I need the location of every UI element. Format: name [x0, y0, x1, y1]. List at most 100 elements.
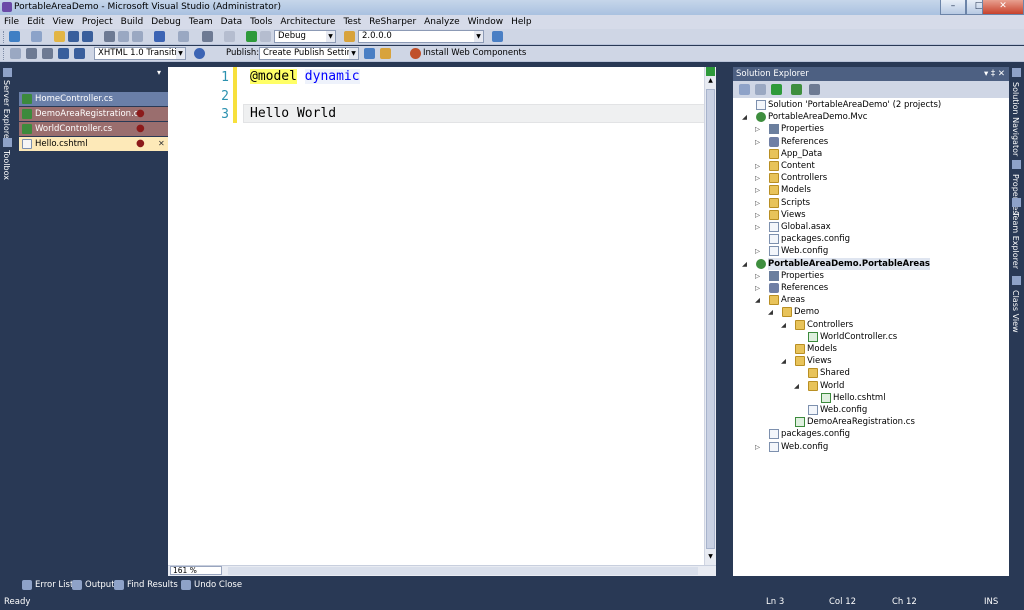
tree-node-portableareademo-portableareas[interactable]: ◢ PortableAreaDemo.PortableAreas: [742, 257, 930, 270]
redo-icon[interactable]: [178, 31, 189, 42]
publish-web-icon[interactable]: [364, 48, 375, 59]
scroll-down-icon[interactable]: ▼: [706, 553, 715, 561]
properties-icon[interactable]: [739, 84, 750, 95]
team-explorer-tab[interactable]: Team Explorer: [1011, 212, 1020, 269]
tree-node-controllers[interactable]: ▷ Controllers: [755, 172, 827, 184]
tree-node-world[interactable]: ◢ World: [794, 380, 844, 392]
properties-tab[interactable]: Properties: [1011, 174, 1020, 214]
expander-icon[interactable]: ◢: [794, 380, 799, 392]
expander-icon[interactable]: ▷: [755, 221, 760, 233]
navigate-forward-icon[interactable]: [224, 31, 235, 42]
refresh-icon[interactable]: [771, 84, 782, 95]
indent-icon[interactable]: [42, 48, 53, 59]
tree-node-views[interactable]: ◢ Views: [781, 355, 832, 367]
tree-node-properties[interactable]: ▷ Properties: [755, 270, 824, 282]
version-combo[interactable]: 2.0.0.0 ▼: [358, 30, 484, 43]
doctype-combo[interactable]: XHTML 1.0 Transition ▼: [94, 47, 186, 60]
editor-vertical-scrollbar[interactable]: ▲ ▼: [704, 67, 716, 565]
split-icon[interactable]: [706, 67, 715, 76]
tree-node-models[interactable]: ▷ Models: [755, 184, 811, 196]
paste-icon[interactable]: [132, 31, 143, 42]
outdent-icon[interactable]: [26, 48, 37, 59]
toolbar-grip[interactable]: [3, 31, 6, 43]
close-button[interactable]: ✕: [982, 0, 1024, 15]
tree-node-references[interactable]: ▷ References: [755, 282, 828, 294]
comment-icon[interactable]: [58, 48, 69, 59]
bottom-tab-output[interactable]: Output: [72, 578, 115, 592]
expander-icon[interactable]: ◢: [755, 294, 760, 306]
tree-node-shared[interactable]: Shared: [808, 367, 850, 379]
expander-icon[interactable]: ▷: [755, 197, 760, 209]
expander-icon[interactable]: ▷: [755, 441, 760, 453]
expander-icon[interactable]: ▷: [755, 172, 760, 184]
expander-icon[interactable]: ◢: [742, 111, 747, 123]
code-line[interactable]: @model dynamic: [250, 67, 360, 86]
expander-icon[interactable]: ▷: [755, 123, 760, 135]
cut-icon[interactable]: [104, 31, 115, 42]
tree-node-demoarearegistration-cs[interactable]: DemoAreaRegistration.cs: [795, 416, 915, 428]
new-project-icon[interactable]: [9, 31, 20, 42]
install-web-components-button[interactable]: Install Web Components: [423, 48, 526, 59]
add-item-icon[interactable]: [31, 31, 42, 42]
expander-icon[interactable]: ▷: [755, 136, 760, 148]
browser-icon[interactable]: [194, 48, 205, 59]
menu-file[interactable]: File: [0, 15, 23, 29]
copy-icon[interactable]: [118, 31, 129, 42]
tree-node-properties[interactable]: ▷ Properties: [755, 123, 824, 135]
navigate-backward-icon[interactable]: [202, 31, 213, 42]
code-line[interactable]: Hello World: [250, 104, 336, 123]
panel-pin-close-icons[interactable]: ▾ ‡ ✕: [984, 67, 1005, 81]
bottom-tab-error-list[interactable]: Error List: [22, 578, 73, 592]
menu-tools[interactable]: Tools: [246, 15, 276, 29]
tree-node-scripts[interactable]: ▷ Scripts: [755, 197, 810, 209]
menu-view[interactable]: View: [49, 15, 78, 29]
expander-icon[interactable]: ▷: [755, 184, 760, 196]
tree-node-controllers[interactable]: ◢ Controllers: [781, 319, 853, 331]
tree-node-references[interactable]: ▷ References: [755, 136, 828, 148]
menu-window[interactable]: Window: [464, 15, 508, 29]
scroll-up-icon[interactable]: ▲: [706, 77, 715, 85]
save-icon[interactable]: [68, 31, 79, 42]
toolbox-tab[interactable]: Toolbox: [2, 150, 11, 180]
close-tab-icon[interactable]: ✕: [158, 137, 165, 151]
format-icon[interactable]: [10, 48, 21, 59]
menu-build[interactable]: Build: [117, 15, 148, 29]
tree-node-packages-config[interactable]: packages.config: [769, 233, 850, 245]
tree-node-portableareademo-mvc[interactable]: ◢ PortableAreaDemo.Mvc: [742, 111, 867, 123]
publish-combo[interactable]: Create Publish Settings ▼: [259, 47, 359, 60]
uncomment-icon[interactable]: [74, 48, 85, 59]
expander-icon[interactable]: ◢: [781, 355, 786, 367]
bottom-tab-find-results-1[interactable]: Find Results 1: [114, 578, 186, 592]
tree-node-web-config[interactable]: Web.config: [808, 404, 867, 416]
tree-node-global-asax[interactable]: ▷ Global.asax: [755, 221, 831, 233]
expander-icon[interactable]: ▷: [755, 282, 760, 294]
expander-icon[interactable]: ▷: [755, 160, 760, 172]
show-all-files-icon[interactable]: [755, 84, 766, 95]
scroll-thumb[interactable]: [706, 89, 715, 549]
undo-icon[interactable]: [154, 31, 165, 42]
expander-icon[interactable]: ▷: [755, 270, 760, 282]
bottom-tab-undo-close[interactable]: Undo Close: [181, 578, 242, 592]
code-editor[interactable]: [168, 67, 716, 565]
class-view-tab[interactable]: Class View: [1011, 290, 1020, 333]
tree-node-packages-config[interactable]: packages.config: [769, 428, 850, 440]
view-code-icon[interactable]: [809, 84, 820, 95]
expander-icon[interactable]: ▷: [755, 209, 760, 221]
menu-project[interactable]: Project: [78, 15, 117, 29]
expander-icon[interactable]: ▷: [755, 245, 760, 257]
tree-node-web-config[interactable]: ▷ Web.config: [755, 441, 828, 453]
menu-debug[interactable]: Debug: [147, 15, 185, 29]
tree-node-views[interactable]: ▷ Views: [755, 209, 806, 221]
horizontal-scrollbar[interactable]: [228, 567, 698, 575]
menu-test[interactable]: Test: [339, 15, 365, 29]
tree-node-app-data[interactable]: App_Data: [769, 148, 822, 160]
doc-tab-hello-cshtml[interactable]: Hello.cshtml ● ✕: [19, 137, 168, 151]
tab-list-dropdown-icon[interactable]: ▾: [157, 68, 161, 77]
menu-edit[interactable]: Edit: [23, 15, 48, 29]
solution-navigator-tab[interactable]: Solution Navigator: [1011, 82, 1020, 156]
tree-node-areas[interactable]: ◢ Areas: [755, 294, 805, 306]
menu-team[interactable]: Team: [185, 15, 217, 29]
doc-tab-demoarearegistration-cs[interactable]: DemoAreaRegistration.cs ●: [19, 107, 168, 121]
open-file-icon[interactable]: [54, 31, 65, 42]
minimize-button[interactable]: –: [940, 0, 966, 15]
